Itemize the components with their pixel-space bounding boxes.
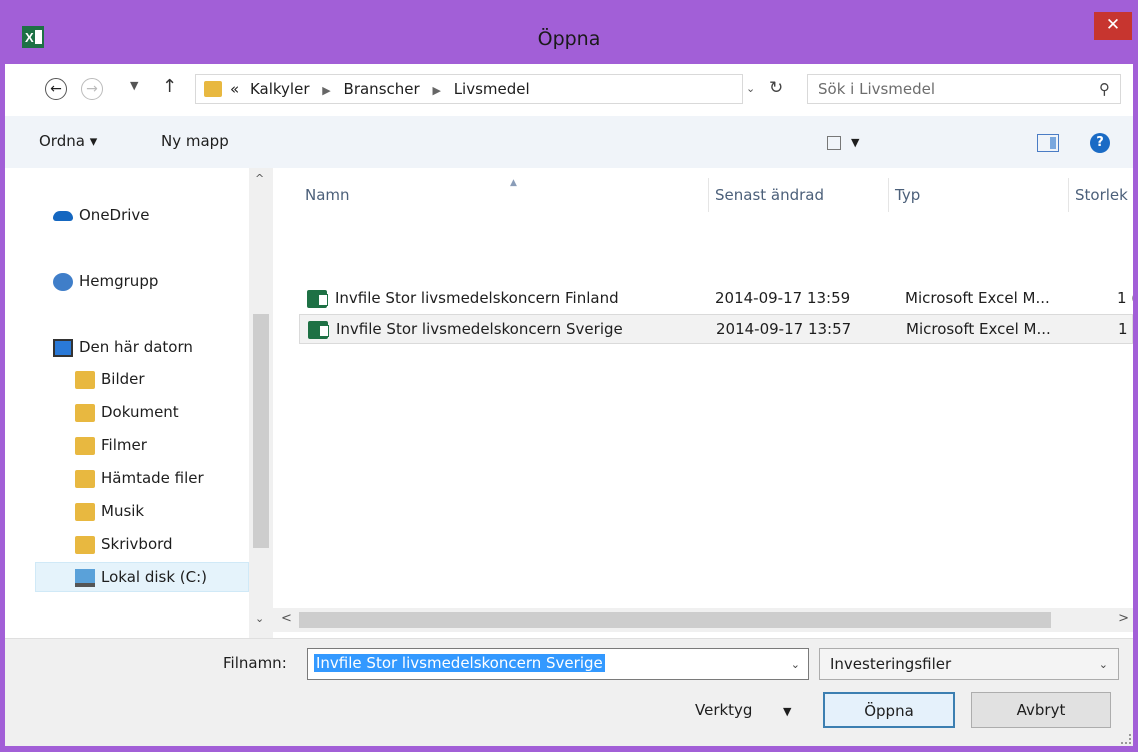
desktop-folder-icon [75,536,95,554]
search-placeholder: Sök i Livsmedel [818,80,936,98]
view-options-icon[interactable] [827,136,841,150]
scrollbar-thumb[interactable] [299,612,1051,628]
scrollbar-thumb[interactable] [253,314,269,548]
music-folder-icon [75,503,95,521]
chevron-right-icon[interactable]: ▶ [314,84,338,97]
excel-file-icon [308,321,329,339]
address-bar[interactable]: « Kalkyler ▶ Branscher ▶ Livsmedel [195,74,743,104]
sidebar-item-label: Bilder [101,370,145,388]
up-button[interactable]: ↑ [162,76,177,97]
navigation-pane[interactable]: OneDrive Hemgrupp Den här datorn Bilder … [5,168,273,638]
help-icon[interactable]: ? [1090,133,1110,153]
preview-pane-icon[interactable] [1037,134,1059,152]
sidebar-item-label: Filmer [101,436,147,454]
address-row: ← → ▼ ↑ « Kalkyler ▶ Branscher ▶ Livsmed… [5,64,1133,114]
filename-label: Filnamn: [223,654,287,672]
pictures-folder-icon [75,371,95,389]
breadcrumb-item[interactable]: Kalkyler [244,80,310,98]
column-header-name[interactable]: ▲ Namn [299,178,709,212]
column-header-label: Namn [305,186,350,204]
tools-menu-button[interactable]: Verktyg [695,701,752,719]
file-type: Microsoft Excel M... [905,289,1050,307]
open-dialog-window: X Öppna ✕ ← → ▼ ↑ « Kalkyler ▶ Branscher… [0,0,1138,752]
file-type-filter-select[interactable]: Investeringsfiler ⌄ [819,648,1119,680]
chevron-down-icon[interactable]: ⌄ [791,658,800,671]
breadcrumb: « Kalkyler ▶ Branscher ▶ Livsmedel [230,80,530,98]
address-history-dropdown[interactable]: ⌄ [746,82,755,95]
refresh-icon[interactable]: ↻ [769,78,783,98]
downloads-folder-icon [75,470,95,488]
title-bar[interactable]: X Öppna ✕ [0,0,1138,60]
tools-dropdown-icon[interactable]: ▼ [783,705,791,718]
sidebar-item-label: Musik [101,502,145,520]
column-header-type[interactable]: Typ [889,178,1069,212]
forward-button[interactable]: → [81,78,103,100]
scroll-right-icon[interactable]: > [1118,611,1129,626]
file-modified: 2014-09-17 13:57 [716,320,852,338]
excel-file-icon [307,290,328,308]
sidebar-item-label: Skrivbord [101,535,173,553]
local-disk-icon [75,569,95,587]
file-row[interactable]: Invfile Stor livsmedelskoncern Sverige 2… [299,314,1133,344]
file-size: 1 ( [1117,289,1133,307]
file-name: Invfile Stor livsmedelskoncern Sverige [336,320,623,338]
column-header-size[interactable]: Storlek [1069,178,1133,212]
scroll-up-icon[interactable]: ^ [255,172,264,185]
filename-value: Invfile Stor livsmedelskoncern Sverige [314,654,605,672]
file-name: Invfile Stor livsmedelskoncern Finland [335,289,619,307]
homegroup-icon [53,273,73,291]
documents-folder-icon [75,404,95,422]
breadcrumb-overflow[interactable]: « [230,80,239,98]
file-modified: 2014-09-17 13:59 [715,289,851,307]
file-type: Microsoft Excel M... [906,320,1051,338]
chevron-down-icon[interactable]: ⌄ [1099,658,1108,671]
file-row[interactable]: Invfile Stor livsmedelskoncern Finland 2… [299,284,1133,314]
breadcrumb-item[interactable]: Branscher [344,80,420,98]
filename-input[interactable]: Invfile Stor livsmedelskoncern Sverige ⌄ [307,648,809,680]
sidebar-scrollbar[interactable]: ^ ⌄ [249,168,273,638]
sidebar-item-label: Hämtade filer [101,469,204,487]
open-button[interactable]: Öppna [823,692,955,728]
sidebar-item-label: Den här datorn [79,338,193,356]
resize-grip[interactable] [1121,734,1131,744]
sidebar-item-label: Lokal disk (C:) [101,568,208,586]
scroll-down-icon[interactable]: ⌄ [255,612,264,625]
scroll-left-icon[interactable]: < [281,611,292,626]
recent-locations-dropdown[interactable]: ▼ [130,79,138,92]
new-folder-button[interactable]: Ny mapp [161,132,229,150]
computer-icon [53,339,73,357]
organize-menu-button[interactable]: Ordna ▾ [39,132,97,150]
filter-value: Investeringsfiler [830,655,952,673]
bottom-panel: Filnamn: Invfile Stor livsmedelskoncern … [5,638,1133,746]
sidebar-item-label: Dokument [101,403,179,421]
window-title: Öppna [537,28,601,50]
close-button[interactable]: ✕ [1094,12,1132,40]
back-button[interactable]: ← [45,78,67,100]
file-size: 1 ( [1118,320,1133,338]
sidebar-item-label: Hemgrupp [79,272,159,290]
command-toolbar: Ordna ▾ Ny mapp ▼ ? [5,116,1133,168]
chevron-right-icon[interactable]: ▶ [424,84,448,97]
column-header-modified[interactable]: Senast ändrad [709,178,889,212]
onedrive-icon [53,211,73,221]
search-input[interactable]: Sök i Livsmedel ⚲ [807,74,1121,104]
file-list[interactable]: ▲ Namn Senast ändrad Typ Storlek Invfile… [273,168,1133,608]
cancel-button[interactable]: Avbryt [971,692,1111,728]
folder-icon [204,81,222,97]
sidebar-item-label: OneDrive [79,206,150,224]
search-icon[interactable]: ⚲ [1099,80,1110,98]
sort-ascending-icon: ▲ [510,178,517,188]
dialog-client-area: ← → ▼ ↑ « Kalkyler ▶ Branscher ▶ Livsmed… [5,64,1133,746]
view-options-dropdown[interactable]: ▼ [851,136,859,149]
breadcrumb-item[interactable]: Livsmedel [454,80,530,98]
videos-folder-icon [75,437,95,455]
horizontal-scrollbar[interactable]: < > [273,608,1133,632]
